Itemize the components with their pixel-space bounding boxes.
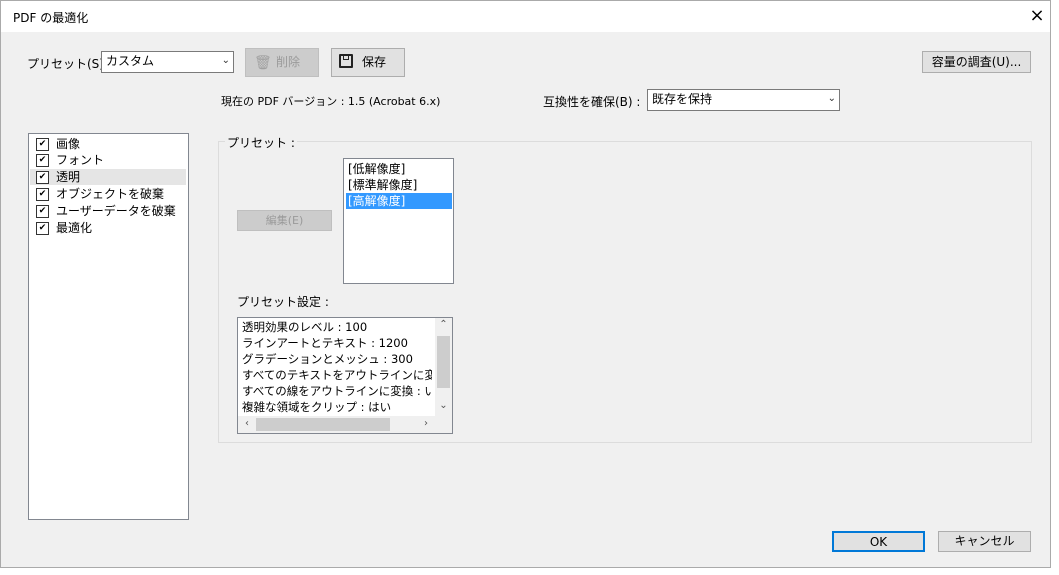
preset-list-item-low[interactable]: [低解像度] bbox=[346, 161, 405, 177]
compat-select-value: 既存を保持 bbox=[652, 92, 713, 106]
checkbox-optimize[interactable]: ✔ bbox=[36, 222, 49, 235]
cancel-button[interactable]: キャンセル bbox=[938, 531, 1031, 552]
setting-line: すべての線をアウトラインに変換 : いいえ bbox=[242, 384, 432, 398]
edit-button[interactable]: 編集(E) bbox=[237, 210, 332, 231]
title-bar[interactable]: PDF の最適化 × bbox=[1, 1, 1050, 32]
checkbox-discard-user-data[interactable]: ✔ bbox=[36, 205, 49, 218]
horizontal-scroll-thumb[interactable] bbox=[256, 418, 390, 431]
chevron-down-icon: ⌄ bbox=[221, 55, 230, 66]
pdf-optimize-dialog: PDF の最適化 × プリセット(S) : カスタム ⌄ 🗑 削除 保存 容量の… bbox=[0, 0, 1051, 568]
save-button-label: 保存 bbox=[362, 55, 387, 69]
checkbox-discard-objects[interactable]: ✔ bbox=[36, 188, 49, 201]
preset-list-item-high[interactable]: [高解像度] bbox=[346, 193, 452, 209]
preset-select[interactable]: カスタム ⌄ bbox=[101, 51, 234, 73]
close-icon[interactable]: × bbox=[1025, 4, 1049, 28]
horizontal-scrollbar[interactable]: ‹ › bbox=[238, 416, 452, 433]
setting-line: 複雑な領域をクリップ : はい bbox=[242, 400, 392, 414]
preset-list-item-medium[interactable]: [標準解像度] bbox=[346, 177, 417, 193]
checkbox-transparency[interactable]: ✔ bbox=[36, 171, 49, 184]
ok-button[interactable]: OK bbox=[832, 531, 925, 552]
category-item-transparency[interactable]: ✔ 透明 bbox=[30, 169, 186, 185]
save-button[interactable]: 保存 bbox=[331, 48, 405, 77]
checkbox-images[interactable]: ✔ bbox=[36, 138, 49, 151]
category-list: ✔ 画像 ✔ フォント ✔ 透明 ✔ オブジェクトを破棄 ✔ ユーザーデータを破… bbox=[28, 133, 189, 520]
preset-label: プリセット(S) : bbox=[27, 57, 112, 71]
save-icon bbox=[339, 54, 353, 68]
category-item-images[interactable]: ✔ 画像 bbox=[30, 136, 186, 152]
trash-icon: 🗑 bbox=[254, 55, 272, 71]
setting-line: 透明効果のレベル : 100 bbox=[242, 320, 368, 334]
presets-group-title: プリセット : bbox=[225, 134, 297, 151]
category-item-discard-user-data[interactable]: ✔ ユーザーデータを破棄 bbox=[30, 203, 186, 219]
vertical-scroll-thumb[interactable] bbox=[437, 336, 450, 388]
scroll-up-icon[interactable]: ⌃ bbox=[435, 319, 452, 330]
vertical-scrollbar[interactable]: ⌃ ⌄ bbox=[435, 318, 452, 416]
setting-line: ラインアートとテキスト : 1200 bbox=[242, 336, 408, 350]
setting-line: すべてのテキストをアウトラインに変換 : bbox=[242, 368, 432, 382]
checkbox-fonts[interactable]: ✔ bbox=[36, 154, 49, 167]
compat-label: 互換性を確保(B) : bbox=[543, 95, 641, 109]
scroll-down-icon[interactable]: ⌄ bbox=[435, 400, 452, 411]
delete-button[interactable]: 🗑 削除 bbox=[245, 48, 319, 77]
window-title: PDF の最適化 bbox=[13, 11, 89, 25]
setting-line: グラデーションとメッシュ : 300 bbox=[242, 352, 413, 366]
category-item-fonts[interactable]: ✔ フォント bbox=[30, 152, 186, 168]
preset-select-value: カスタム bbox=[106, 54, 155, 68]
preset-list: [低解像度] [標準解像度] [高解像度] bbox=[343, 158, 454, 284]
scroll-right-icon[interactable]: › bbox=[420, 418, 432, 429]
audit-space-button[interactable]: 容量の調査(U)... bbox=[922, 51, 1031, 73]
preset-settings-title: プリセット設定 : bbox=[237, 295, 329, 309]
compat-select[interactable]: 既存を保持 ⌄ bbox=[647, 89, 840, 111]
preset-settings-box: 透明効果のレベル : 100 ラインアートとテキスト : 1200 グラデーショ… bbox=[237, 317, 453, 434]
scroll-left-icon[interactable]: ‹ bbox=[241, 418, 253, 429]
category-item-optimize[interactable]: ✔ 最適化 bbox=[30, 220, 186, 236]
chevron-down-icon: ⌄ bbox=[827, 93, 836, 104]
pdf-version-info: 現在の PDF バージョン : 1.5 (Acrobat 6.x) bbox=[221, 95, 441, 108]
delete-button-label: 削除 bbox=[276, 55, 301, 69]
category-item-discard-objects[interactable]: ✔ オブジェクトを破棄 bbox=[30, 186, 186, 202]
